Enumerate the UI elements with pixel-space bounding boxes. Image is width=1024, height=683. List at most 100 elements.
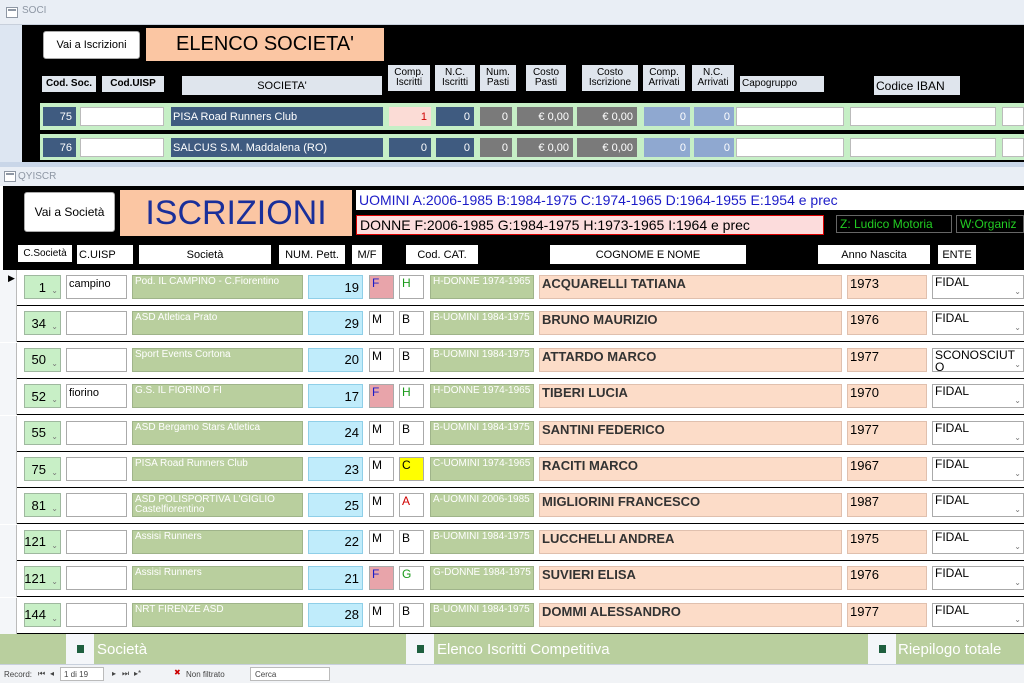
chevron-down-icon[interactable]: ⌄ (51, 286, 58, 295)
record-selector[interactable] (0, 342, 17, 379)
uisp-field[interactable]: fiorino (66, 384, 127, 409)
sex-field[interactable]: M (369, 457, 394, 481)
nav-societa-button[interactable]: Società (94, 638, 162, 660)
anno-nascita-field[interactable]: 1970 (847, 384, 927, 409)
societa-name-field[interactable]: Assisi Runners (132, 566, 303, 591)
category-desc-field[interactable]: B-UOMINI 1984-1975 (430, 420, 534, 445)
ente-combo[interactable]: FIDAL ⌄ (932, 529, 1024, 554)
societa-name-field[interactable]: Pod. IL CAMPINO - C.Fiorentino (132, 275, 303, 299)
record-selector[interactable] (0, 488, 17, 525)
cod-soc-field[interactable]: 76 (43, 138, 76, 157)
societa-code-combo[interactable]: 81 ⌄ (24, 493, 61, 518)
ente-combo[interactable]: FIDAL ⌄ (932, 384, 1024, 409)
societa-code-combo[interactable]: 121 ⌄ (24, 566, 61, 591)
uisp-field[interactable] (66, 311, 127, 336)
capogruppo-field[interactable] (736, 138, 844, 157)
category-code-field[interactable]: B (399, 347, 424, 372)
prev-record-icon[interactable]: ◂ (50, 669, 54, 678)
extra-field[interactable] (1002, 107, 1024, 126)
category-desc-field[interactable]: B-UOMINI 1984-1975 (430, 602, 534, 627)
costo-pasti-field[interactable]: € 0,00 (517, 138, 573, 157)
chevron-down-icon[interactable]: ⌄ (51, 395, 58, 404)
ente-combo[interactable]: FIDAL ⌄ (932, 493, 1024, 518)
anno-nascita-field[interactable]: 1977 (847, 420, 927, 445)
num-pasti-field[interactable]: 0 (480, 107, 512, 126)
cognome-nome-field[interactable]: SANTINI FEDERICO (539, 420, 842, 445)
cognome-nome-field[interactable]: MIGLIORINI FRANCESCO (539, 493, 842, 518)
cognome-nome-field[interactable]: TIBERI LUCIA (539, 384, 842, 409)
chevron-down-icon[interactable]: ⌄ (1014, 614, 1021, 626)
record-selector[interactable] (0, 561, 17, 598)
anno-nascita-field[interactable]: 1976 (847, 311, 927, 336)
category-code-field[interactable]: A (399, 493, 424, 518)
record-selector[interactable] (0, 306, 17, 343)
uisp-field[interactable]: campino (66, 275, 127, 299)
iban-field[interactable] (850, 138, 996, 157)
societa-code-combo[interactable]: 1 ⌄ (24, 275, 61, 299)
category-desc-field[interactable]: G-DONNE 1984-1975 (430, 566, 534, 591)
nav-riepilogo-button[interactable]: Riepilogo totale (896, 638, 1024, 660)
chevron-down-icon[interactable]: ⌄ (51, 468, 58, 477)
category-code-field[interactable]: H (399, 384, 424, 409)
societa-field[interactable]: SALCUS S.M. Maddalena (RO) (171, 138, 383, 157)
comp-iscritti-field[interactable]: 1 (389, 107, 431, 126)
cod-uisp-field[interactable] (80, 107, 164, 126)
search-field[interactable]: Cerca (250, 667, 330, 681)
societa-name-field[interactable]: G.S. IL FIORINO FI (132, 384, 303, 409)
soci-row[interactable]: 75 PISA Road Runners Club 1 0 0 € 0,00 €… (40, 103, 1024, 130)
uisp-field[interactable] (66, 347, 127, 372)
report-icon[interactable] (406, 634, 434, 664)
nc-iscritti-field[interactable]: 0 (436, 138, 474, 157)
anno-nascita-field[interactable]: 1973 (847, 275, 927, 299)
sex-field[interactable]: F (369, 566, 394, 591)
go-to-iscrizioni-button[interactable]: Vai a Iscrizioni (43, 31, 140, 59)
sex-field[interactable]: M (369, 347, 394, 372)
societa-code-combo[interactable]: 121 ⌄ (24, 529, 61, 554)
anno-nascita-field[interactable]: 1977 (847, 347, 927, 372)
societa-name-field[interactable]: PISA Road Runners Club (132, 457, 303, 481)
costo-iscrizione-field[interactable]: € 0,00 (577, 107, 637, 126)
table-row[interactable]: 144 ⌄ NRT FIRENZE ASD 28 M B B-UOMINI 19… (0, 597, 1024, 634)
uisp-field[interactable] (66, 566, 127, 591)
sex-field[interactable]: M (369, 602, 394, 627)
pettorale-field[interactable]: 20 (308, 347, 363, 372)
sex-field[interactable]: F (369, 275, 394, 299)
category-desc-field[interactable]: B-UOMINI 1984-1975 (430, 347, 534, 372)
anno-nascita-field[interactable]: 1987 (847, 493, 927, 518)
nc-iscritti-field[interactable]: 0 (436, 107, 474, 126)
cognome-nome-field[interactable]: RACITI MARCO (539, 457, 842, 481)
chevron-down-icon[interactable]: ⌄ (1014, 541, 1021, 553)
nc-arrivati-field[interactable]: 0 (694, 107, 734, 126)
societa-name-field[interactable]: Sport Events Cortona (132, 347, 303, 372)
chevron-down-icon[interactable]: ⌄ (1014, 395, 1021, 407)
anno-nascita-field[interactable]: 1976 (847, 566, 927, 591)
report-icon[interactable] (868, 634, 896, 664)
table-row[interactable]: 50 ⌄ Sport Events Cortona 20 M B B-UOMIN… (0, 342, 1024, 379)
chevron-down-icon[interactable]: ⌄ (51, 432, 58, 441)
category-desc-field[interactable]: A-UOMINI 2006-1985 (430, 493, 534, 518)
table-row[interactable]: 121 ⌄ Assisi Runners 22 M B B-UOMINI 198… (0, 524, 1024, 561)
uisp-field[interactable] (66, 457, 127, 481)
new-record-icon[interactable]: ▸* (134, 669, 141, 678)
category-code-field[interactable]: B (399, 311, 424, 336)
uisp-field[interactable] (66, 493, 127, 518)
societa-code-combo[interactable]: 34 ⌄ (24, 311, 61, 336)
anno-nascita-field[interactable]: 1967 (847, 457, 927, 481)
chevron-down-icon[interactable]: ⌄ (1014, 432, 1021, 444)
table-row[interactable]: 52 ⌄ fiorino G.S. IL FIORINO FI 17 F H H… (0, 379, 1024, 416)
nc-arrivati-field[interactable]: 0 (694, 138, 734, 157)
comp-arrivati-field[interactable]: 0 (644, 138, 690, 157)
ente-combo[interactable]: FIDAL ⌄ (932, 602, 1024, 627)
category-desc-field[interactable]: C-UOMINI 1974-1965 (430, 457, 534, 481)
soci-row[interactable]: 76 SALCUS S.M. Maddalena (RO) 0 0 0 € 0,… (40, 134, 1024, 160)
record-position-field[interactable]: 1 di 19 (60, 667, 104, 681)
capogruppo-field[interactable] (736, 107, 844, 126)
societa-name-field[interactable]: ASD Bergamo Stars Atletica (132, 420, 303, 445)
record-selector[interactable] (0, 597, 17, 634)
category-code-field[interactable]: B (399, 420, 424, 445)
societa-name-field[interactable]: Assisi Runners (132, 529, 303, 554)
pettorale-field[interactable]: 25 (308, 493, 363, 518)
societa-code-combo[interactable]: 75 ⌄ (24, 457, 61, 481)
pettorale-field[interactable]: 24 (308, 420, 363, 445)
societa-code-combo[interactable]: 50 ⌄ (24, 347, 61, 372)
